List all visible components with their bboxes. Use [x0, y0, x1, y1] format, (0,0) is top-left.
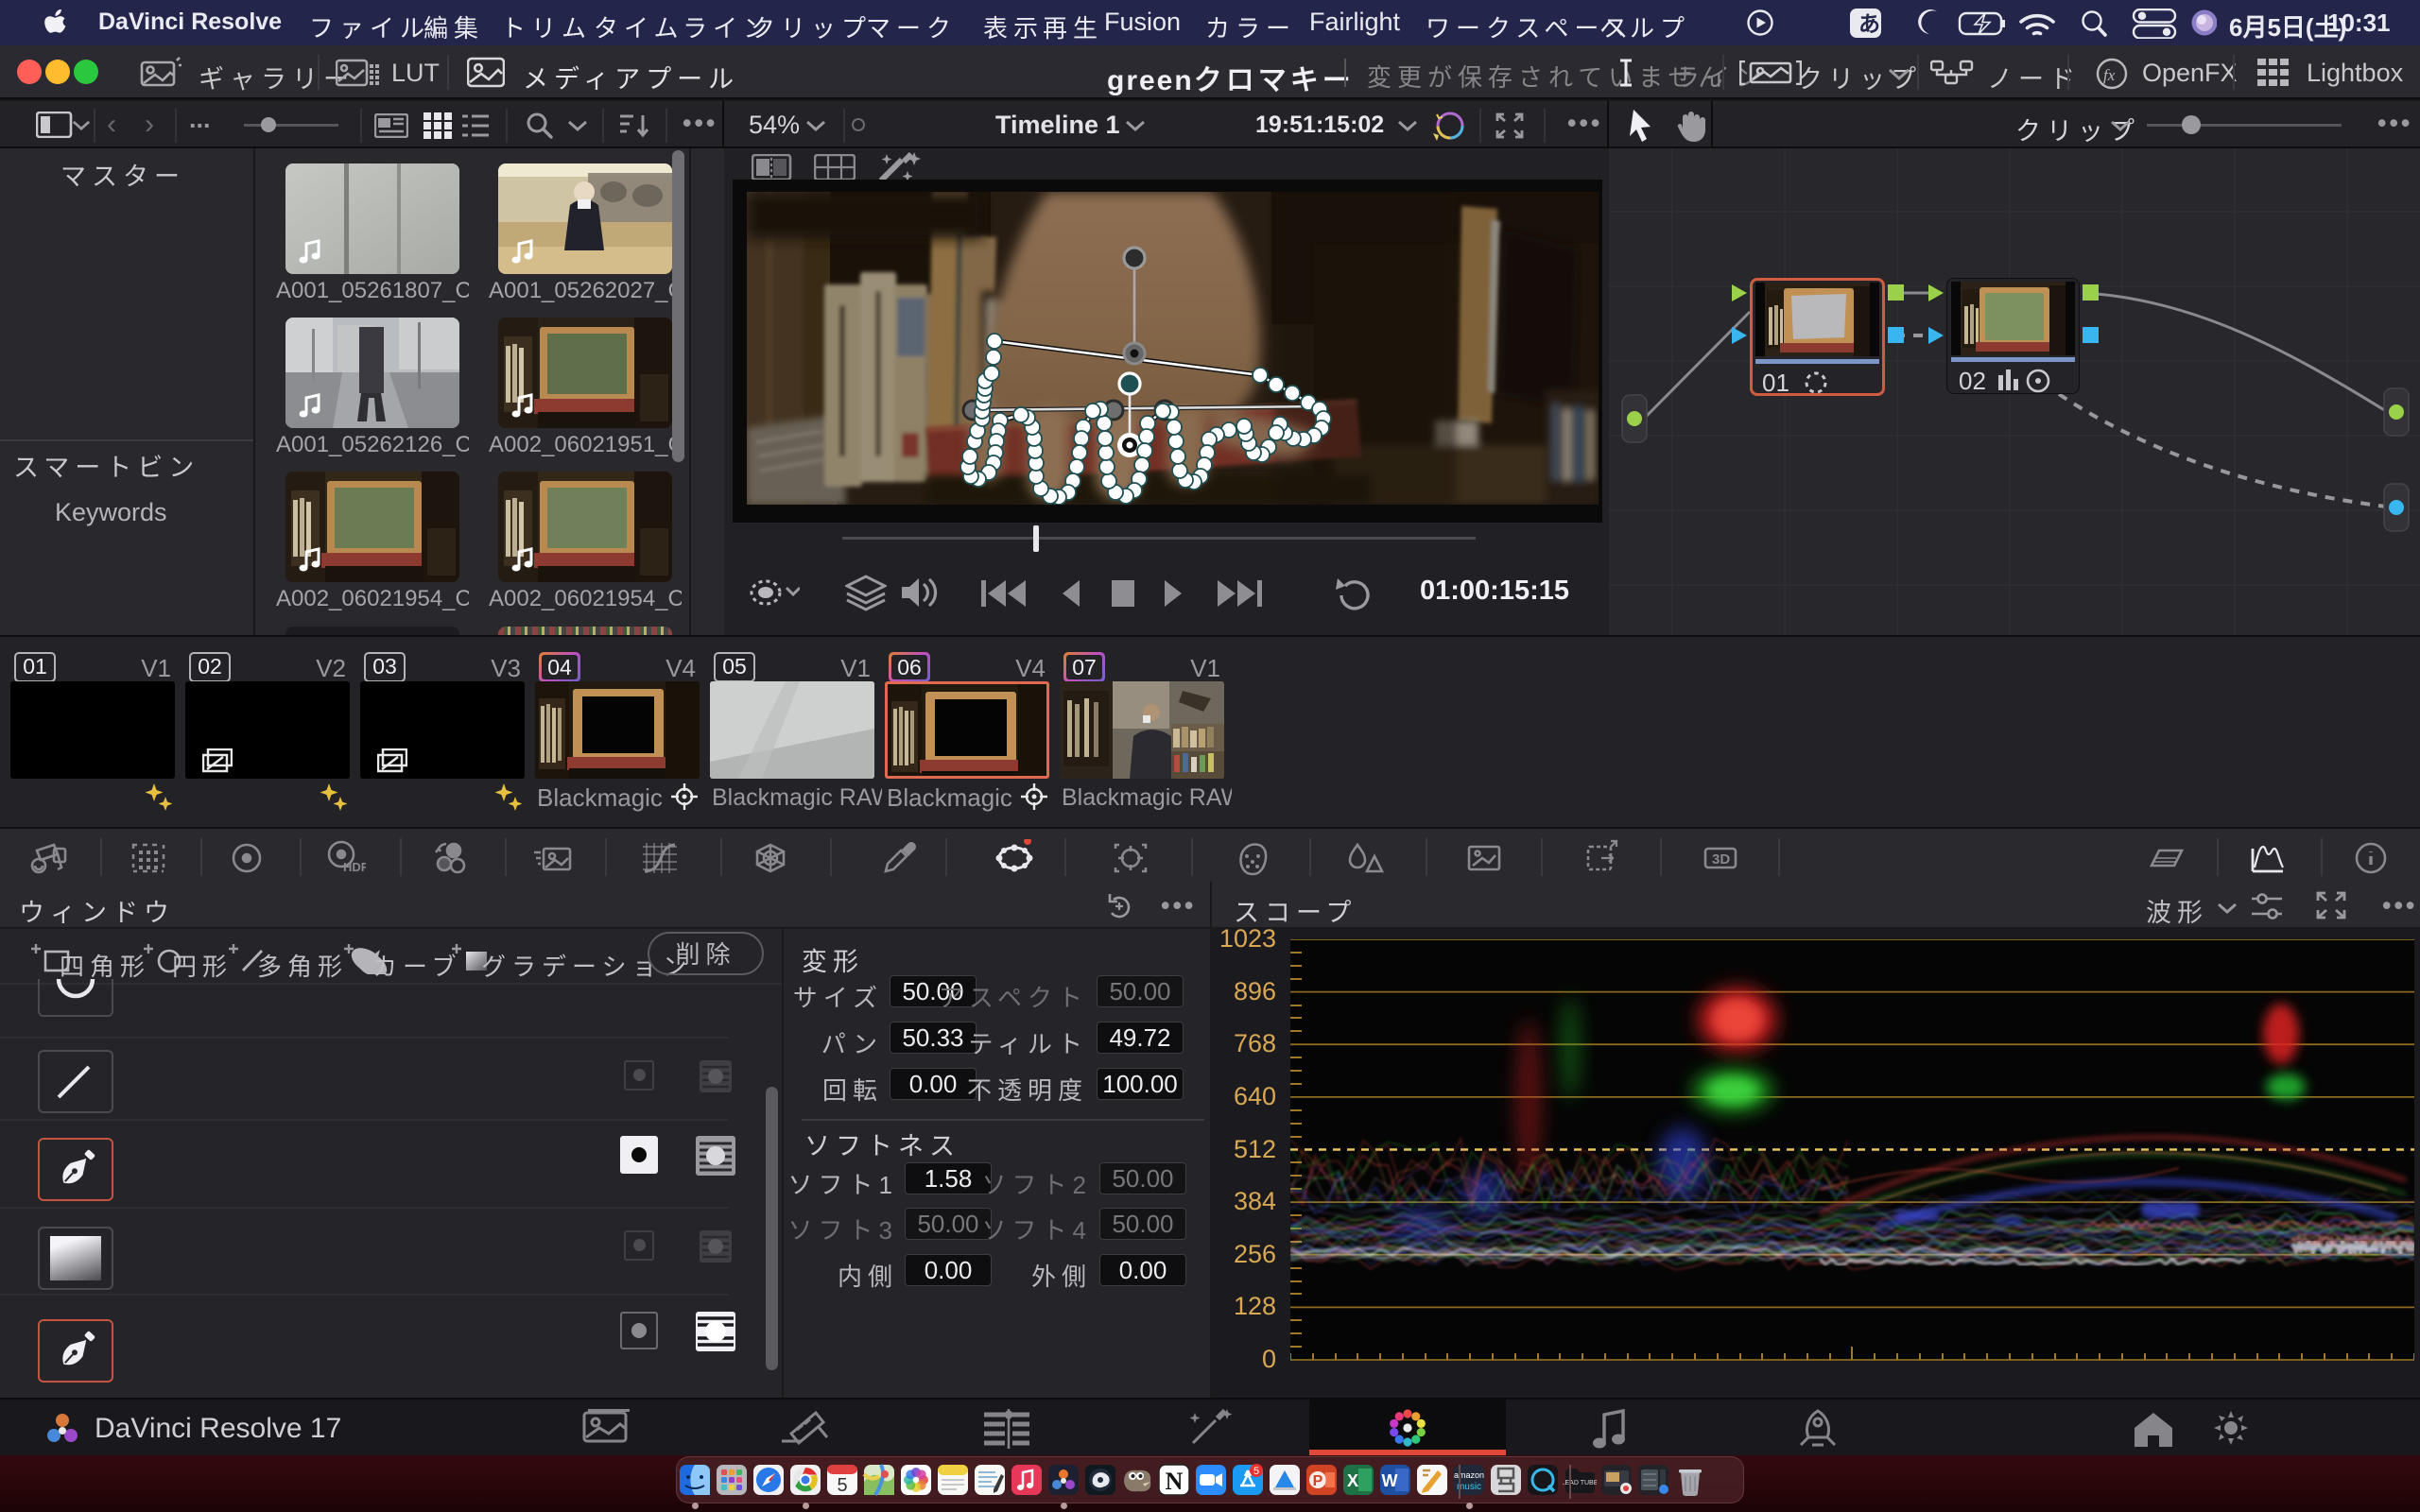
svg-text:5: 5	[1253, 1466, 1259, 1477]
svg-text:LEAD TUBE: LEAD TUBE	[1563, 1480, 1597, 1486]
svg-text:HDR: HDR	[343, 860, 366, 874]
svg-text:N: N	[1166, 1468, 1184, 1495]
svg-text:P: P	[1313, 1473, 1323, 1489]
svg-text:5: 5	[837, 1475, 847, 1496]
svg-text:あ: あ	[1858, 11, 1880, 36]
svg-text:fx: fx	[2103, 66, 2116, 84]
svg-text:X: X	[1347, 1471, 1358, 1490]
svg-text:3D: 3D	[1712, 851, 1730, 868]
svg-text:W: W	[1382, 1471, 1398, 1490]
